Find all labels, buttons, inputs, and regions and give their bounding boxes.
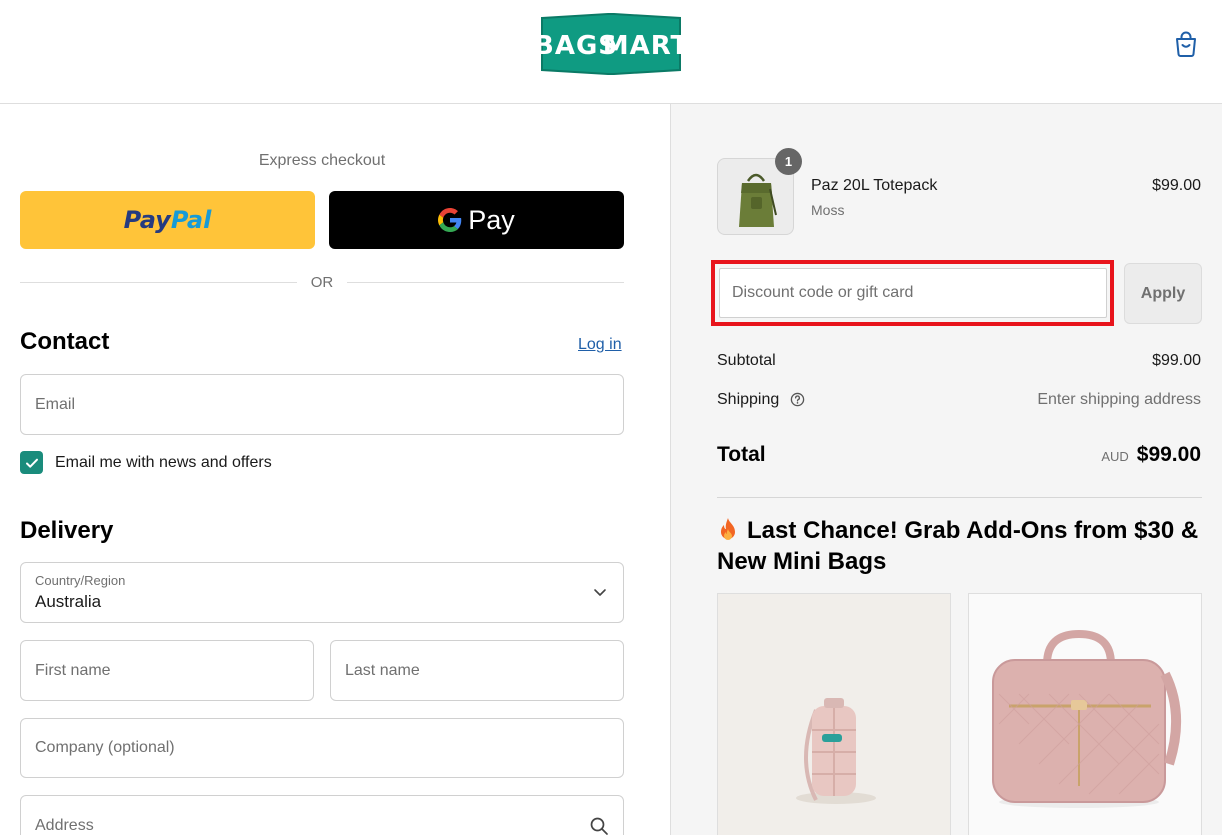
- company-field[interactable]: Company (optional): [20, 718, 624, 778]
- country-label: Country/Region: [35, 573, 126, 588]
- apply-discount-button[interactable]: Apply: [1124, 263, 1202, 324]
- promo-title-text: Last Chance! Grab Add-Ons from $30 & New…: [717, 517, 1199, 575]
- discount-placeholder: Discount code or gift card: [732, 284, 914, 301]
- shopping-bag-icon: [1176, 31, 1196, 57]
- country-value: Australia: [35, 592, 102, 611]
- total-amount: AUD $99.00: [1101, 443, 1201, 467]
- or-divider: OR: [20, 272, 624, 292]
- order-summary: 1 Paz 20L Totepack Moss $99.00 Discount …: [670, 104, 1222, 835]
- first-name-placeholder: First name: [35, 661, 111, 679]
- quantity-badge: 1: [775, 148, 802, 175]
- total-label: Total: [717, 443, 766, 466]
- google-pay-button[interactable]: Pay: [329, 191, 624, 249]
- help-circle-icon[interactable]: [790, 392, 805, 407]
- laptop-bag-image: [992, 629, 1182, 808]
- mini-bag-image: [796, 698, 876, 804]
- shipping-label: Shipping: [717, 391, 780, 408]
- login-link[interactable]: Log in: [578, 336, 622, 354]
- site-header: BAGS MART: [0, 0, 1222, 104]
- google-g-icon: [438, 208, 462, 232]
- company-placeholder: Company (optional): [35, 739, 175, 756]
- discount-code-input[interactable]: Discount code or gift card: [719, 268, 1107, 318]
- subtotal-label: Subtotal: [717, 352, 776, 369]
- addon-product-card[interactable]: [968, 593, 1202, 835]
- email-field[interactable]: Email: [20, 374, 624, 435]
- bagsmart-logo[interactable]: BAGS MART: [540, 12, 682, 76]
- item-price: $99.00: [1152, 177, 1201, 194]
- newsletter-label: Email me with news and offers: [55, 453, 272, 471]
- email-placeholder: Email: [35, 395, 76, 413]
- addon-product-card[interactable]: [717, 593, 951, 835]
- logo-text-mart: MART: [603, 31, 682, 61]
- google-pay-label: Pay: [468, 204, 515, 235]
- country-select[interactable]: Country/Region Australia: [20, 562, 624, 623]
- total-value: $99.00: [1136, 443, 1201, 466]
- paypal-button[interactable]: PayPal: [20, 191, 315, 249]
- address-field[interactable]: Address: [20, 795, 624, 835]
- first-name-field[interactable]: First name: [20, 640, 314, 701]
- newsletter-checkbox[interactable]: [20, 451, 43, 474]
- summary-divider: [717, 497, 1202, 498]
- checkmark-icon: [25, 458, 38, 468]
- delivery-title: Delivery: [20, 517, 114, 544]
- or-text: OR: [310, 273, 334, 291]
- search-icon: [590, 817, 608, 835]
- address-placeholder: Address: [35, 816, 94, 834]
- shipping-label-row: Shipping: [717, 391, 805, 409]
- promo-title: Last Chance! Grab Add-Ons from $30 & New…: [717, 515, 1202, 577]
- subtotal-value: $99.00: [1152, 352, 1201, 369]
- fire-icon: [721, 518, 735, 540]
- newsletter-checkbox-row[interactable]: Email me with news and offers: [20, 451, 272, 474]
- last-name-placeholder: Last name: [345, 661, 420, 679]
- chevron-down-icon: [594, 589, 606, 596]
- express-checkout-title: Express checkout: [258, 152, 386, 169]
- item-variant: Moss: [811, 202, 845, 218]
- item-name: Paz 20L Totepack: [811, 177, 938, 194]
- currency-code: AUD: [1101, 449, 1129, 464]
- checkout-form: Express checkout PayPal Pay OR Contact L…: [0, 104, 670, 835]
- cart-button[interactable]: [1170, 28, 1202, 60]
- paypal-logo: PayPal: [123, 206, 212, 234]
- last-name-field[interactable]: Last name: [330, 640, 624, 701]
- contact-title: Contact: [20, 328, 110, 355]
- shipping-value: Enter shipping address: [1037, 391, 1201, 408]
